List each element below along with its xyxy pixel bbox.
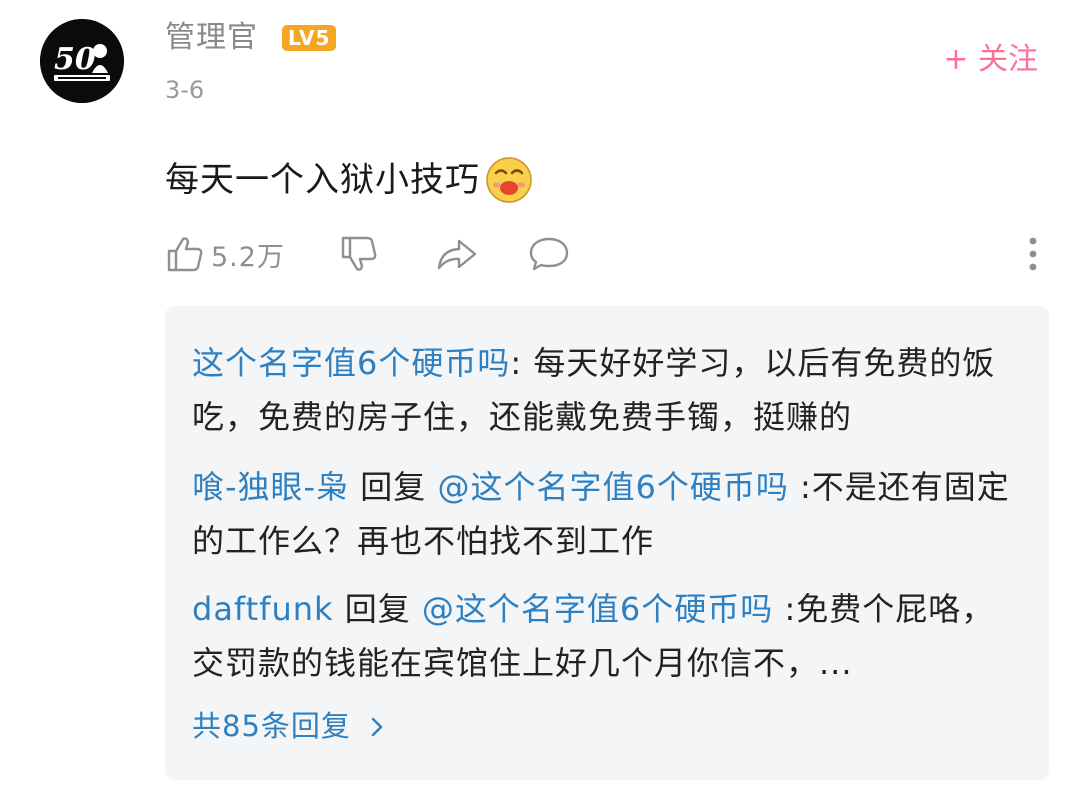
comment-bubble-icon	[529, 237, 569, 271]
like-button[interactable]: 5.2万	[165, 234, 285, 274]
reply-word: 回复	[349, 468, 438, 506]
share-arrow-icon	[437, 239, 477, 270]
reply-separator: :	[773, 590, 797, 628]
total-replies-label: 共85条回复	[192, 709, 351, 743]
post-date: 3-6	[165, 76, 205, 104]
avatar-logo-icon: 50	[40, 19, 124, 103]
reply-item[interactable]: daftfunk 回复 @这个名字值6个硬币吗 :免费个屁咯，交罚款的钱能在宾馆…	[192, 582, 1022, 690]
share-button[interactable]	[435, 234, 479, 274]
view-all-replies-link[interactable]: 共85条回复	[192, 704, 385, 748]
laughing-face-emoji-icon	[486, 157, 532, 203]
follow-button[interactable]: + 关注	[943, 38, 1038, 82]
dislike-button[interactable]	[339, 234, 379, 274]
reply-author[interactable]: daftfunk	[192, 590, 334, 628]
chevron-right-icon	[371, 717, 383, 737]
comment-content: 每天一个入狱小技巧	[165, 155, 534, 205]
reply-mention[interactable]: @这个名字值6个硬币吗	[437, 468, 788, 506]
reply-separator: :	[788, 468, 812, 506]
replies-preview: 这个名字值6个硬币吗: 每天好好学习，以后有免费的饭吃，免费的房子住，还能戴免费…	[165, 306, 1049, 780]
avatar[interactable]: 50	[40, 19, 124, 103]
thumbs-down-icon	[341, 236, 377, 271]
reply-author[interactable]: 这个名字值6个硬币吗	[192, 344, 510, 382]
more-vertical-icon	[1029, 237, 1037, 271]
reply-mention[interactable]: @这个名字值6个硬币吗	[422, 590, 773, 628]
reply-item[interactable]: 这个名字值6个硬币吗: 每天好好学习，以后有免费的饭吃，免费的房子住，还能戴免费…	[192, 336, 1022, 444]
comment-text: 每天一个入狱小技巧	[165, 160, 480, 200]
more-options-button[interactable]	[1026, 236, 1040, 272]
comment-button[interactable]	[527, 234, 571, 274]
svg-text:50: 50	[54, 42, 96, 77]
thumbs-up-icon	[167, 237, 203, 272]
comment-card: 50 管理官 LV5 3-6 + 关注 每天一个入狱小技巧 5.2万 这个名字值…	[0, 0, 1080, 800]
action-bar: 5.2万	[165, 232, 571, 276]
reply-word: 回复	[333, 590, 422, 628]
reply-item[interactable]: 喰-独眼-枭 回复 @这个名字值6个硬币吗 :不是还有固定的工作么？再也不怕找不…	[192, 460, 1022, 568]
level-badge: LV5	[282, 25, 337, 51]
reply-author[interactable]: 喰-独眼-枭	[192, 468, 349, 506]
reply-separator: :	[510, 344, 534, 382]
author-name[interactable]: 管理官	[165, 16, 258, 60]
like-count: 5.2万	[211, 241, 285, 273]
